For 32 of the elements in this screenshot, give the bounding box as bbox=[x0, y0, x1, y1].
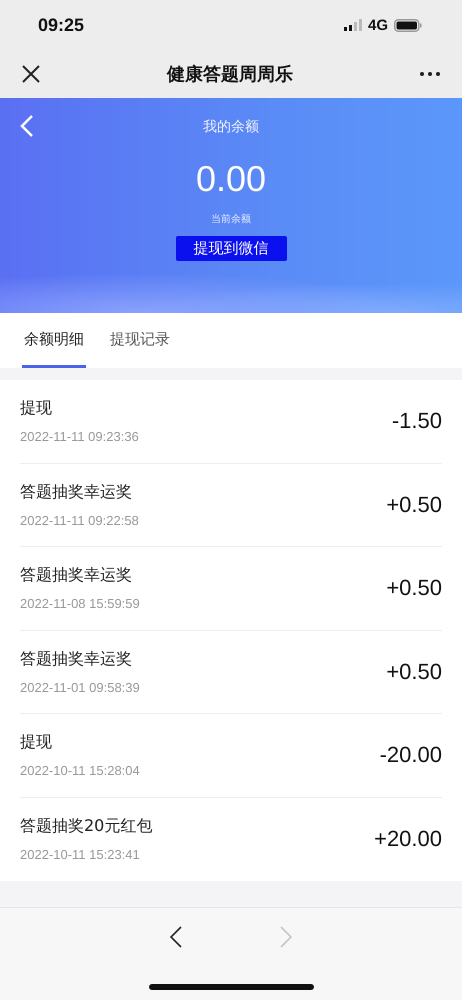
balance-label: 当前余额 bbox=[211, 212, 251, 226]
tab[interactable]: 余额明细 bbox=[22, 313, 86, 368]
network-label: 4G bbox=[368, 16, 388, 34]
balance-amount: 0.00 bbox=[196, 158, 266, 200]
record-time: 2022-10-11 15:28:04 bbox=[20, 763, 140, 778]
page-title: 健康答题周周乐 bbox=[167, 63, 293, 86]
header-title: 我的余额 bbox=[203, 118, 259, 136]
record-title: 提现 bbox=[20, 732, 53, 754]
record-amount: +0.50 bbox=[386, 575, 442, 602]
record-title: 提现 bbox=[20, 398, 53, 420]
record-amount: -1.50 bbox=[392, 408, 442, 434]
record-time: 2022-11-08 15:59:59 bbox=[20, 596, 140, 612]
record-time: 2022-11-11 09:23:36 bbox=[20, 429, 139, 444]
close-icon[interactable] bbox=[22, 65, 40, 83]
record-time: 2022-10-11 15:23:41 bbox=[20, 847, 141, 862]
record-title: 答题抽奖幸运奖 bbox=[20, 482, 133, 503]
back-icon[interactable] bbox=[170, 926, 182, 948]
more-icon[interactable] bbox=[420, 72, 440, 76]
tab[interactable]: 提现记录 bbox=[108, 313, 172, 368]
withdraw-button[interactable]: 提现到微信 bbox=[176, 236, 286, 261]
record-title: 答题抽奖幸运奖 bbox=[20, 648, 133, 670]
record-amount: -20.00 bbox=[380, 742, 442, 768]
record-amount: +20.00 bbox=[374, 826, 442, 852]
record-title: 答题抽奖20元红包 bbox=[20, 816, 152, 838]
battery-icon bbox=[394, 18, 422, 32]
signal-icon bbox=[344, 19, 362, 31]
record-time: 2022-11-11 09:22:58 bbox=[20, 512, 139, 528]
status-time: 09:25 bbox=[38, 14, 84, 36]
record-amount: +0.50 bbox=[386, 492, 442, 518]
record-time: 2022-11-01 09:58:39 bbox=[20, 680, 140, 695]
record-title: 答题抽奖幸运奖 bbox=[20, 565, 133, 586]
record-amount: +0.50 bbox=[386, 658, 442, 685]
